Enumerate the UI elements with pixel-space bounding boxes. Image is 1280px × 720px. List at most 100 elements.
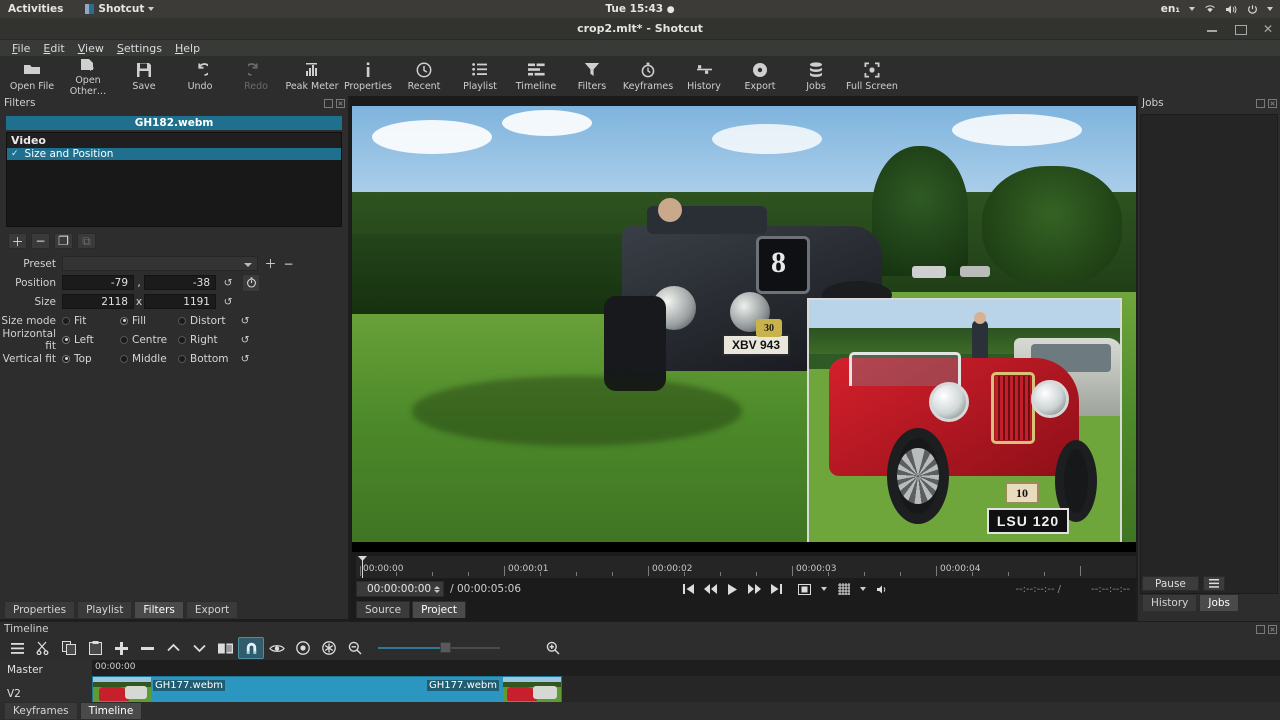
system-tray[interactable]: en₁ xyxy=(1161,3,1273,15)
reset-position-button[interactable]: ↺ xyxy=(221,276,235,290)
paste-button[interactable] xyxy=(82,637,108,659)
vfit-top-radio[interactable]: Top xyxy=(62,353,120,365)
menu-item-view[interactable]: View xyxy=(72,41,110,56)
zoom-out-button[interactable] xyxy=(342,637,368,659)
hfit-right-radio[interactable]: Right xyxy=(178,334,238,346)
toolbar-open-other[interactable]: Open Other… xyxy=(60,58,116,96)
save-preset-button[interactable]: ＋ xyxy=(264,257,277,270)
toolbar-open-file[interactable]: Open File xyxy=(4,58,60,96)
applied-filters-list[interactable]: Video ✓ Size and Position xyxy=(6,132,342,227)
menu-item-file[interactable]: File xyxy=(6,41,36,56)
skip-to-end-button[interactable] xyxy=(770,583,783,596)
tab-filters[interactable]: Filters xyxy=(134,601,183,618)
tab-history[interactable]: History xyxy=(1142,594,1197,611)
tab-properties[interactable]: Properties xyxy=(4,601,75,618)
player-timeline-ruler[interactable]: 00:00:00 00:00:01 00:00:02 00:00:03 00:0… xyxy=(356,556,1136,578)
left-panel-tabs[interactable]: Properties Playlist Filters Export xyxy=(0,601,348,619)
remove-filter-button[interactable]: − xyxy=(31,233,50,249)
timeline-toolbar[interactable] xyxy=(0,636,1280,660)
play-button[interactable] xyxy=(726,583,739,596)
jobs-actions[interactable]: Pause xyxy=(1142,576,1225,591)
track-head-master[interactable]: Master xyxy=(0,660,92,680)
position-spinner[interactable] xyxy=(434,586,440,593)
tab-timeline[interactable]: Timeline xyxy=(80,702,143,719)
split-button[interactable] xyxy=(212,637,238,659)
player-source-project-tabs[interactable]: Source Project xyxy=(356,601,466,618)
toolbar-timeline[interactable]: Timeline xyxy=(508,58,564,96)
keyboard-layout-indicator[interactable]: en₁ xyxy=(1161,3,1180,15)
vfit-bottom-radio[interactable]: Bottom xyxy=(178,353,238,365)
position-keyframe-button[interactable] xyxy=(242,274,260,292)
float-panel-button[interactable] xyxy=(1256,625,1265,634)
jobs-list[interactable] xyxy=(1140,114,1278,594)
menu-bar[interactable]: File Edit View Settings Help xyxy=(0,40,1280,57)
filter-enabled-checkbox[interactable]: ✓ xyxy=(11,149,19,159)
menu-item-settings[interactable]: Settings xyxy=(111,41,168,56)
cut-button[interactable] xyxy=(30,637,56,659)
position-x-input[interactable]: -79 xyxy=(62,275,134,290)
window-controls[interactable]: ✕ xyxy=(1206,18,1274,40)
pause-jobs-button[interactable]: Pause xyxy=(1142,576,1199,591)
close-button[interactable]: ✕ xyxy=(1262,23,1274,35)
toolbar-history[interactable]: History xyxy=(676,58,732,96)
toolbar-undo[interactable]: Undo xyxy=(172,58,228,96)
close-panel-button[interactable] xyxy=(336,99,345,108)
append-button[interactable] xyxy=(108,637,134,659)
toolbar-properties[interactable]: Properties xyxy=(340,58,396,96)
minimize-button[interactable] xyxy=(1206,23,1218,35)
toolbar-jobs[interactable]: Jobs xyxy=(788,58,844,96)
rewind-button[interactable] xyxy=(704,583,717,596)
current-position-field[interactable]: 00:00:00:00 xyxy=(356,581,444,597)
main-toolbar[interactable]: Open File Open Other… Save Undo Redo Pea… xyxy=(0,57,1280,97)
size-mode-distort-radio[interactable]: Distort xyxy=(178,315,238,327)
jobs-menu-button[interactable] xyxy=(1203,576,1225,591)
ripple-all-tracks-button[interactable] xyxy=(316,637,342,659)
menu-item-edit[interactable]: Edit xyxy=(37,41,70,56)
snap-button[interactable] xyxy=(238,637,264,659)
hfit-centre-radio[interactable]: Centre xyxy=(120,334,178,346)
vfit-middle-radio[interactable]: Middle xyxy=(120,353,178,365)
add-filter-button[interactable]: ＋ xyxy=(8,233,27,249)
tab-jobs[interactable]: Jobs xyxy=(1199,594,1239,611)
zoom-fit-button[interactable] xyxy=(798,583,811,596)
close-panel-button[interactable] xyxy=(1268,99,1277,108)
tab-source[interactable]: Source xyxy=(356,601,410,618)
toolbar-peak-meter[interactable]: Peak Meter xyxy=(284,58,340,96)
ripple-button[interactable] xyxy=(290,637,316,659)
tab-project[interactable]: Project xyxy=(412,601,466,618)
toolbar-filters[interactable]: Filters xyxy=(564,58,620,96)
volume-button[interactable] xyxy=(876,583,889,596)
reset-size-mode-button[interactable]: ↺ xyxy=(238,314,252,328)
grid-menu-button[interactable] xyxy=(859,583,867,596)
delete-preset-button[interactable]: − xyxy=(282,257,295,270)
timeline-ruler[interactable]: 00:00:00 xyxy=(92,660,1280,676)
timeline-menu-button[interactable] xyxy=(4,637,30,659)
filters-actions[interactable]: ＋ − ❐ ⧉ xyxy=(0,227,348,249)
paste-filters-button[interactable]: ⧉ xyxy=(77,233,96,249)
size-height-input[interactable]: 1191 xyxy=(144,294,216,309)
reset-horizontal-fit-button[interactable]: ↺ xyxy=(238,333,252,347)
lift-button[interactable] xyxy=(160,637,186,659)
fast-forward-button[interactable] xyxy=(748,583,761,596)
scrub-while-dragging-button[interactable] xyxy=(264,637,290,659)
timeline-zoom-slider[interactable] xyxy=(378,645,500,651)
tab-playlist[interactable]: Playlist xyxy=(77,601,132,618)
size-mode-fit-radio[interactable]: Fit xyxy=(62,315,120,327)
float-panel-button[interactable] xyxy=(324,99,333,108)
menu-item-help[interactable]: Help xyxy=(169,41,206,56)
close-panel-button[interactable] xyxy=(1268,625,1277,634)
reset-vertical-fit-button[interactable]: ↺ xyxy=(238,352,252,366)
toolbar-recent[interactable]: Recent xyxy=(396,58,452,96)
transport-buttons[interactable] xyxy=(682,583,889,596)
zoom-slider-handle[interactable] xyxy=(440,642,451,653)
preset-select[interactable] xyxy=(62,256,258,271)
right-panel-tabs[interactable]: History Jobs xyxy=(1142,594,1239,611)
clock[interactable]: Tue 15:43 ● xyxy=(0,3,1280,15)
toolbar-export[interactable]: Export xyxy=(732,58,788,96)
toolbar-playlist[interactable]: Playlist xyxy=(452,58,508,96)
hfit-left-radio[interactable]: Left xyxy=(62,334,120,346)
toolbar-full-screen[interactable]: Full Screen xyxy=(844,58,900,96)
maximize-button[interactable] xyxy=(1234,23,1246,35)
size-width-input[interactable]: 2118 xyxy=(62,294,134,309)
player-transport-bar[interactable]: 00:00:00:00 / 00:00:05:06 --:--:--:-- / … xyxy=(356,578,1136,600)
